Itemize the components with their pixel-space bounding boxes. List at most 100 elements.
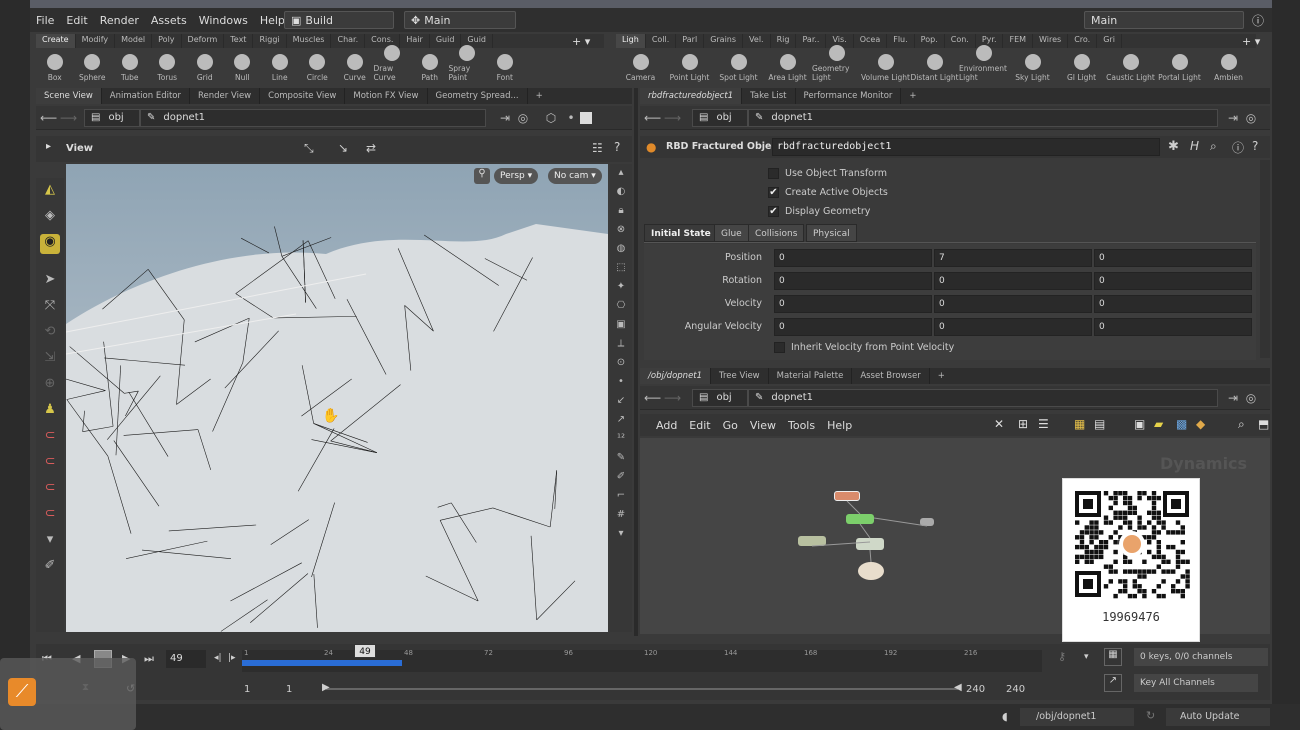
list-icon[interactable]: ☰: [1032, 417, 1055, 431]
network-editor[interactable]: Dynamics 19969476: [640, 438, 1270, 642]
display-options-icon[interactable]: ☷: [592, 141, 603, 155]
shelf-right-tool-3[interactable]: Area Light: [763, 54, 812, 84]
net-menu-add[interactable]: Add: [650, 419, 683, 432]
rotate-icon[interactable]: ⟲: [40, 324, 60, 344]
shelf-right-tab-2[interactable]: Parl: [676, 34, 705, 48]
param-path-node[interactable]: ✎ dopnet1: [748, 108, 1218, 127]
param-field-1-1[interactable]: 0: [934, 272, 1092, 290]
shade-icon[interactable]: ◍: [613, 243, 629, 259]
info-icon[interactable]: ⓘ: [1232, 139, 1244, 156]
checkbox-use-object-transform[interactable]: Use Object Transform: [768, 168, 887, 179]
shelf-right-tool-9[interactable]: GI Light: [1057, 54, 1106, 84]
view-tool-icon[interactable]: ⤡: [304, 141, 314, 156]
pivot-icon[interactable]: ⊕: [40, 376, 60, 396]
shelf-left-tool-12[interactable]: Font: [486, 54, 524, 84]
param-field-3-2[interactable]: 0: [1094, 318, 1252, 336]
net-menu-go[interactable]: Go: [717, 419, 744, 432]
viewport-3d[interactable]: ⚲ Persp ▾ No cam ▾ ✋: [66, 164, 608, 632]
shelf-right-tool-8[interactable]: Sky Light: [1008, 54, 1057, 84]
back-arrow-icon[interactable]: ⟵: [40, 111, 57, 125]
tab-asset-browser[interactable]: Asset Browser: [852, 368, 930, 384]
net-menu-edit[interactable]: Edit: [683, 419, 716, 432]
tab-take-list[interactable]: Take List: [742, 88, 796, 104]
desktop-main-select[interactable]: ✥ Main: [404, 11, 516, 29]
lock-view-icon[interactable]: 🔒︎: [613, 205, 629, 221]
subtab-glue[interactable]: Glue: [714, 224, 749, 242]
tab-obj-dopnet1[interactable]: /obj/dopnet1: [640, 368, 712, 384]
magnet-icon-2[interactable]: ⊂: [40, 454, 60, 474]
white-square-icon[interactable]: [580, 111, 592, 124]
scroll-down-icon[interactable]: ▾: [613, 528, 629, 544]
shelf-left-tab-6[interactable]: Riggi: [253, 34, 287, 48]
magnet-icon-3[interactable]: ⊂: [40, 480, 60, 500]
update-icon[interactable]: ↻: [1146, 709, 1155, 722]
forward-arrow-icon[interactable]: ⟶: [60, 111, 77, 125]
shelf-left-tool-3[interactable]: Torus: [149, 54, 187, 84]
scale-icon[interactable]: ⇲: [40, 350, 60, 370]
param-field-2-0[interactable]: 0: [774, 295, 932, 313]
shelf-left-tab-1[interactable]: Modify: [76, 34, 116, 48]
dot2-icon[interactable]: •: [613, 376, 629, 392]
path-node[interactable]: ✎ dopnet1: [140, 108, 486, 127]
snap-icon[interactable]: ↘: [338, 141, 348, 155]
shelf-left-tool-0[interactable]: Box: [36, 54, 74, 84]
auto-update-select[interactable]: Auto Update: [1166, 708, 1270, 726]
param-forward-icon[interactable]: ⟶: [664, 111, 681, 125]
shelf-right-tool-7[interactable]: Environment Light: [959, 45, 1008, 84]
shelf-right-add-icon[interactable]: + ▾: [1242, 35, 1260, 48]
keys-dropdown-icon[interactable]: ▾: [1084, 652, 1089, 662]
vis-icon[interactable]: ▣: [613, 319, 629, 335]
checkbox-create-active-objects[interactable]: ✔ Create Active Objects: [768, 187, 888, 198]
shelf-right-tool-5[interactable]: Volume Light: [861, 54, 910, 84]
tab-performance-monitor[interactable]: Performance Monitor: [796, 88, 902, 104]
shelf-right-tool-12[interactable]: Ambien: [1204, 54, 1253, 84]
shelf-right-tab-1[interactable]: Coll.: [646, 34, 677, 48]
checkbox-inherit-velocity[interactable]: Inherit Velocity from Point Velocity: [774, 342, 954, 353]
pose-tool-icon[interactable]: ♟: [40, 402, 60, 422]
shelf-right-tab-15[interactable]: Cro.: [1068, 34, 1098, 48]
checkbox-box-inherit[interactable]: [774, 342, 785, 353]
shelf-left-tool-8[interactable]: Curve: [336, 54, 374, 84]
tree-icon[interactable]: ⊞: [1012, 417, 1034, 431]
param-field-0-0[interactable]: 0: [774, 249, 932, 267]
shelf-left-tab-7[interactable]: Muscles: [287, 34, 332, 48]
shelf-left-tool-10[interactable]: Path: [411, 54, 449, 84]
checkbox-display-geometry[interactable]: ✔ Display Geometry: [768, 206, 870, 217]
shelf-right-tool-10[interactable]: Caustic Light: [1106, 54, 1155, 84]
shelf-right-tab-3[interactable]: Grains: [704, 34, 744, 48]
net-back-icon[interactable]: ⟵: [644, 391, 661, 405]
grid-icon[interactable]: #: [613, 509, 629, 525]
shelf-left-tool-6[interactable]: Line: [261, 54, 299, 84]
shelf-left-tool-4[interactable]: Grid: [186, 54, 224, 84]
param-field-0-2[interactable]: 0: [1094, 249, 1252, 267]
wrench-icon[interactable]: ✕: [988, 417, 1010, 431]
tab-tree-view[interactable]: Tree View: [711, 368, 769, 384]
shelf-left-tab-0[interactable]: Create: [36, 34, 76, 48]
tab-geometry-spreadsheet[interactable]: Geometry Spread...: [428, 88, 528, 104]
range-end[interactable]: 240: [966, 684, 985, 695]
right-main-select[interactable]: Main: [1084, 11, 1244, 29]
shelf-left-tab-8[interactable]: Char.: [331, 34, 366, 48]
step-forward-icon[interactable]: |▸: [228, 653, 236, 663]
subtab-physical[interactable]: Physical: [806, 224, 857, 242]
param-pin-icon[interactable]: ⇥: [1226, 111, 1240, 125]
h-icon[interactable]: H: [1190, 139, 1199, 153]
key-icon[interactable]: ⚷: [1058, 650, 1066, 663]
shelf-left-tool-7[interactable]: Circle: [299, 54, 337, 84]
shelf-right-tool-4[interactable]: Geometry Light: [812, 45, 861, 84]
param-scrollbar[interactable]: [1260, 160, 1270, 358]
param-link-icon[interactable]: ◎: [1244, 111, 1258, 125]
shelf-left-tool-1[interactable]: Sphere: [74, 54, 112, 84]
pose-icon[interactable]: ◉: [40, 234, 60, 254]
expand-icon[interactable]: ▾: [40, 532, 60, 552]
shelf-right-tab-5[interactable]: Rig: [771, 34, 797, 48]
shelf-right-tool-0[interactable]: Camera: [616, 54, 665, 84]
key-all-icon[interactable]: ↗: [1104, 674, 1122, 692]
camera-menu[interactable]: No cam ▾: [548, 168, 602, 184]
link-icon[interactable]: ◎: [516, 111, 530, 125]
range-start-2[interactable]: 1: [286, 684, 292, 695]
shelf-left-tool-11[interactable]: Spray Paint: [449, 45, 487, 84]
corner-icon[interactable]: ⌐: [613, 490, 629, 506]
shelf-right-tab-4[interactable]: Vel.: [743, 34, 771, 48]
shelf-left-tab-5[interactable]: Text: [224, 34, 254, 48]
